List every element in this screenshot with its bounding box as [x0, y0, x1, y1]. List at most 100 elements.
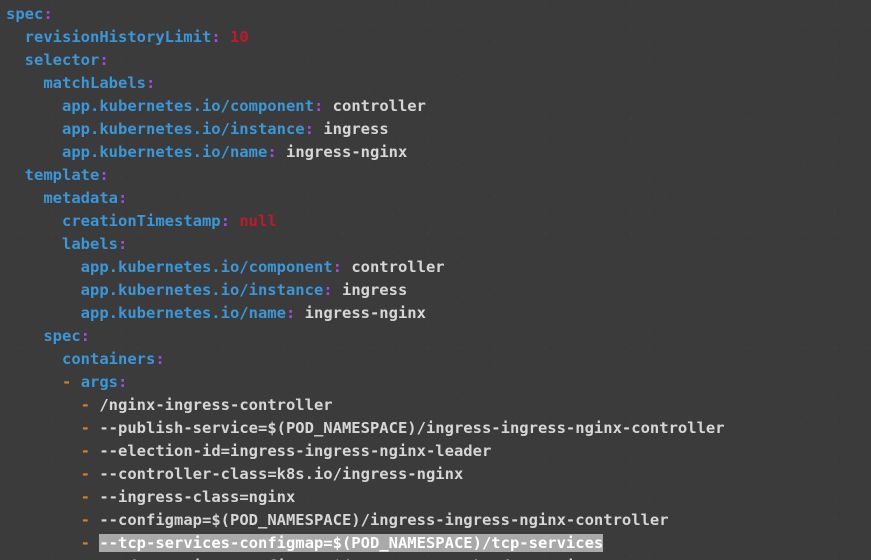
line-text: template: — [25, 166, 109, 184]
code-line[interactable]: spec: — [6, 3, 725, 26]
code-line[interactable]: - --ingress-class=nginx — [6, 486, 725, 509]
code-line[interactable]: - /nginx-ingress-controller — [6, 394, 725, 417]
line-text: spec: — [6, 5, 53, 23]
code-line[interactable]: app.kubernetes.io/name: ingress-nginx — [6, 141, 725, 164]
code-line[interactable]: - args: — [6, 371, 725, 394]
code-line[interactable]: revisionHistoryLimit: 10 — [6, 26, 725, 49]
yaml-key: matchLabels — [43, 74, 146, 92]
code-line[interactable]: app.kubernetes.io/instance: ingress — [6, 118, 725, 141]
line-text: args: — [81, 373, 128, 391]
sequence-dash: - — [80, 419, 90, 437]
line-text: /nginx-ingress-controller — [99, 396, 332, 414]
line-text: --election-id=ingress-ingress-nginx-lead… — [99, 442, 491, 460]
code-line[interactable]: labels: — [6, 233, 725, 256]
yaml-key: app.kubernetes.io/instance — [80, 281, 324, 299]
code-line[interactable]: - --controller-class=k8s.io/ingress-ngin… — [6, 463, 725, 486]
line-text: selector: — [25, 51, 109, 69]
code-line[interactable]: - --election-id=ingress-ingress-nginx-le… — [6, 440, 725, 463]
colon-punctuation: : — [43, 5, 53, 23]
line-text: --publish-service=$(POD_NAMESPACE)/ingre… — [99, 419, 724, 437]
code-line[interactable]: app.kubernetes.io/instance: ingress — [6, 279, 725, 302]
code-line[interactable]: matchLabels: — [6, 72, 725, 95]
yaml-value: --configmap=$(POD_NAMESPACE)/ingress-ing… — [99, 511, 669, 529]
yaml-value: null — [239, 212, 277, 230]
colon-punctuation: : — [285, 304, 296, 322]
code-line[interactable]: - --publish-service=$(POD_NAMESPACE)/ing… — [6, 417, 725, 440]
sequence-dash: - — [80, 488, 90, 506]
yaml-key: app.kubernetes.io/component — [62, 97, 314, 115]
yaml-key: metadata — [43, 189, 118, 207]
code-line[interactable]: - --udp-services-configmap=$(POD_NAMESPA… — [6, 555, 725, 560]
yaml-key: app.kubernetes.io/name — [62, 143, 268, 161]
line-text: creationTimestamp: null — [62, 212, 277, 230]
line-text: containers: — [62, 350, 165, 368]
code-line[interactable]: app.kubernetes.io/component: controller — [6, 95, 725, 118]
yaml-value: --tcp-services-configmap=$(POD_NAMESPACE… — [99, 534, 604, 552]
colon-punctuation: : — [118, 235, 128, 253]
line-text: app.kubernetes.io/instance: ingress — [81, 281, 408, 299]
yaml-key: template — [24, 166, 100, 184]
yaml-key: selector — [24, 51, 100, 69]
colon-punctuation: : — [99, 51, 109, 69]
colon-punctuation: : — [323, 281, 333, 299]
yaml-key: app.kubernetes.io/name — [80, 304, 286, 322]
yaml-value: ingress-nginx — [304, 304, 426, 322]
yaml-key: app.kubernetes.io/instance — [62, 120, 305, 138]
code-line[interactable]: app.kubernetes.io/name: ingress-nginx — [6, 302, 725, 325]
code-line[interactable]: - --configmap=$(POD_NAMESPACE)/ingress-i… — [6, 509, 725, 532]
yaml-key: spec — [43, 327, 81, 345]
yaml-value: controller — [332, 97, 426, 115]
line-text: app.kubernetes.io/component: controller — [62, 97, 426, 115]
sequence-dash: - — [80, 396, 90, 414]
yaml-code-block[interactable]: spec: revisionHistoryLimit: 10 selector:… — [6, 3, 725, 560]
colon-punctuation: : — [304, 120, 314, 138]
line-text: matchLabels: — [43, 74, 155, 92]
code-line[interactable]: selector: — [6, 49, 725, 72]
line-text: --ingress-class=nginx — [99, 488, 295, 506]
line-text: --controller-class=k8s.io/ingress-nginx — [99, 465, 463, 483]
yaml-value: --election-id=ingress-ingress-nginx-lead… — [99, 442, 492, 460]
yaml-value: ingress — [323, 120, 389, 138]
code-line[interactable]: - --tcp-services-configmap=$(POD_NAMESPA… — [6, 532, 725, 555]
code-line[interactable]: creationTimestamp: null — [6, 210, 725, 233]
yaml-value: 10 — [230, 28, 249, 46]
colon-punctuation: : — [313, 97, 324, 115]
yaml-key: spec — [6, 5, 44, 23]
yaml-key: args — [80, 373, 119, 391]
yaml-value: --publish-service=$(POD_NAMESPACE)/ingre… — [99, 419, 725, 437]
code-line[interactable]: containers: — [6, 348, 725, 371]
code-line[interactable]: app.kubernetes.io/component: controller — [6, 256, 725, 279]
sequence-dash: - — [80, 511, 90, 529]
colon-punctuation: : — [220, 212, 230, 230]
line-text: app.kubernetes.io/name: ingress-nginx — [81, 304, 426, 322]
colon-punctuation: : — [211, 28, 221, 46]
code-line[interactable]: metadata: — [6, 187, 725, 210]
colon-punctuation: : — [99, 166, 109, 184]
code-line[interactable]: template: — [6, 164, 725, 187]
yaml-value: ingress-nginx — [286, 143, 408, 161]
terminal-screen[interactable]: spec: revisionHistoryLimit: 10 selector:… — [0, 0, 871, 560]
code-line[interactable]: spec: — [6, 325, 725, 348]
